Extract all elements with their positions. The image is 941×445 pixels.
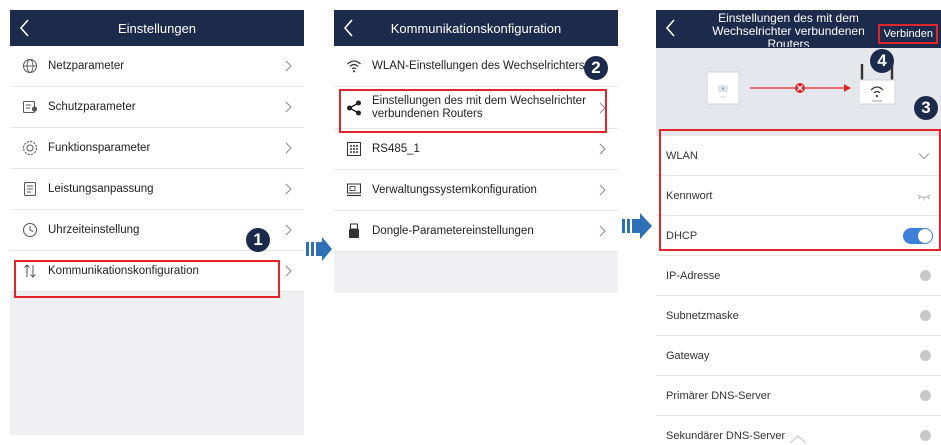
field-label: Kennwort xyxy=(666,189,713,202)
menu-item-label: Funktionsparameter xyxy=(48,141,151,154)
field-label: Subnetzmaske xyxy=(666,309,739,322)
back-arrow-icon[interactable] xyxy=(342,18,356,38)
field-label: Primärer DNS-Server xyxy=(666,389,771,402)
chevron-right-icon xyxy=(599,225,606,237)
header-bar: Kommunikationskonfiguration xyxy=(334,10,618,46)
wifi-icon xyxy=(347,60,361,73)
settings-list: Netzparameter Schutzparameter Funktionsp… xyxy=(10,46,304,292)
page-title: Einstellungen xyxy=(117,20,197,36)
gateway-field[interactable]: Gateway xyxy=(656,336,941,376)
eye-icon[interactable] xyxy=(917,189,931,203)
clock-icon xyxy=(23,223,37,237)
password-field[interactable]: Kennwort xyxy=(656,176,941,216)
connect-button[interactable]: Verbinden xyxy=(878,24,938,44)
chevron-right-icon xyxy=(285,265,292,277)
primary-dns-field[interactable]: Primärer DNS-Server xyxy=(656,376,941,416)
menu-item-label: Netzparameter xyxy=(48,59,125,72)
share-icon xyxy=(347,100,361,115)
menu-item-wlan-inverter[interactable]: WLAN-Einstellungen des Wechselrichters xyxy=(334,46,618,87)
shield-icon xyxy=(23,101,38,113)
menu-item-schutzparameter[interactable]: Schutzparameter xyxy=(10,87,304,128)
communication-list: WLAN-Einstellungen des Wechselrichters E… xyxy=(334,46,618,252)
subnet-mask-field[interactable]: Subnetzmaske xyxy=(656,296,941,336)
dhcp-toggle-row: DHCP xyxy=(656,216,941,256)
chevron-right-icon xyxy=(285,183,292,195)
chevron-up-icon[interactable] xyxy=(786,433,810,445)
menu-item-label: Verwaltungssystemkonfiguration xyxy=(372,183,537,196)
chevron-right-icon xyxy=(285,224,292,236)
header-bar: Einstellungen xyxy=(10,10,304,46)
step-badge: 2 xyxy=(584,56,608,80)
chevron-right-icon xyxy=(599,102,606,113)
flow-arrow-icon xyxy=(306,237,332,261)
menu-item-label: Einstellungen des mit dem Wechselrichter… xyxy=(372,94,586,120)
flow-arrow-icon xyxy=(622,213,652,239)
chevron-right-icon xyxy=(285,142,292,154)
clear-icon[interactable] xyxy=(920,310,931,321)
step-badge: 4 xyxy=(870,49,894,73)
chevron-down-icon xyxy=(918,152,930,159)
chevron-right-icon xyxy=(285,101,292,113)
clear-icon[interactable] xyxy=(920,390,931,401)
inverter-icon xyxy=(706,71,740,105)
menu-item-dongle-parameters[interactable]: Dongle-Parametereinstellungen xyxy=(334,211,618,252)
menu-item-label: WLAN-Einstellungen des Wechselrichters xyxy=(372,59,585,72)
dhcp-toggle[interactable] xyxy=(903,227,933,244)
connection-diagram xyxy=(656,48,941,136)
menu-item-leistungsanpassung[interactable]: Leistungsanpassung xyxy=(10,169,304,210)
menu-item-rs485[interactable]: RS485_1 xyxy=(334,129,618,170)
settings-screen: Einstellungen Netzparameter Schutzparame… xyxy=(10,10,304,435)
menu-item-label: RS485_1 xyxy=(372,142,420,155)
menu-item-kommunikationskonfiguration[interactable]: Kommunikationskonfiguration xyxy=(10,251,304,292)
back-arrow-icon[interactable] xyxy=(664,18,678,38)
menu-item-management-system[interactable]: Verwaltungssystemkonfiguration xyxy=(334,170,618,211)
gear-icon xyxy=(23,141,37,155)
menu-item-funktionsparameter[interactable]: Funktionsparameter xyxy=(10,128,304,169)
monitor-icon xyxy=(347,183,361,197)
router-settings-screen: Einstellungen des mit dem Wechselrichter… xyxy=(656,10,941,445)
disconnected-link-icon xyxy=(750,83,851,93)
step-badge: 3 xyxy=(914,96,938,120)
field-label: IP-Adresse xyxy=(666,269,721,282)
field-label: DHCP xyxy=(666,229,698,242)
field-label: WLAN xyxy=(666,149,698,162)
menu-item-label: Dongle-Parametereinstellungen xyxy=(372,224,534,237)
page-title: Kommunikationskonfiguration xyxy=(390,20,562,36)
wlan-select[interactable]: WLAN xyxy=(656,136,941,176)
chevron-right-icon xyxy=(599,143,606,155)
clear-icon[interactable] xyxy=(920,430,931,441)
menu-item-router-settings[interactable]: Einstellungen des mit dem Wechselrichter… xyxy=(334,87,618,129)
field-label: Gateway xyxy=(666,349,710,362)
menu-item-label: Kommunikationskonfiguration xyxy=(48,264,199,277)
menu-item-netzparameter[interactable]: Netzparameter xyxy=(10,46,304,87)
chevron-right-icon xyxy=(599,184,606,196)
page-title: Einstellungen des mit dem Wechselrichter… xyxy=(712,11,865,48)
back-arrow-icon[interactable] xyxy=(18,18,32,38)
header-bar: Einstellungen des mit dem Wechselrichter… xyxy=(656,10,941,48)
communication-config-screen: Kommunikationskonfiguration WLAN-Einstel… xyxy=(334,10,618,293)
chevron-right-icon xyxy=(285,60,292,72)
router-form: WLAN Kennwort DHCP IP-Adresse Subnetzmas… xyxy=(656,136,941,445)
transfer-icon xyxy=(24,264,36,278)
rs485-icon xyxy=(347,142,361,156)
ip-address-field[interactable]: IP-Adresse xyxy=(656,256,941,296)
globe-icon xyxy=(23,59,37,73)
step-badge: 1 xyxy=(246,228,270,252)
document-icon xyxy=(24,182,36,196)
clear-icon[interactable] xyxy=(920,350,931,361)
menu-item-label: Leistungsanpassung xyxy=(48,182,154,195)
clear-icon[interactable] xyxy=(920,270,931,281)
dongle-icon xyxy=(349,223,359,238)
menu-item-label: Schutzparameter xyxy=(48,100,136,113)
